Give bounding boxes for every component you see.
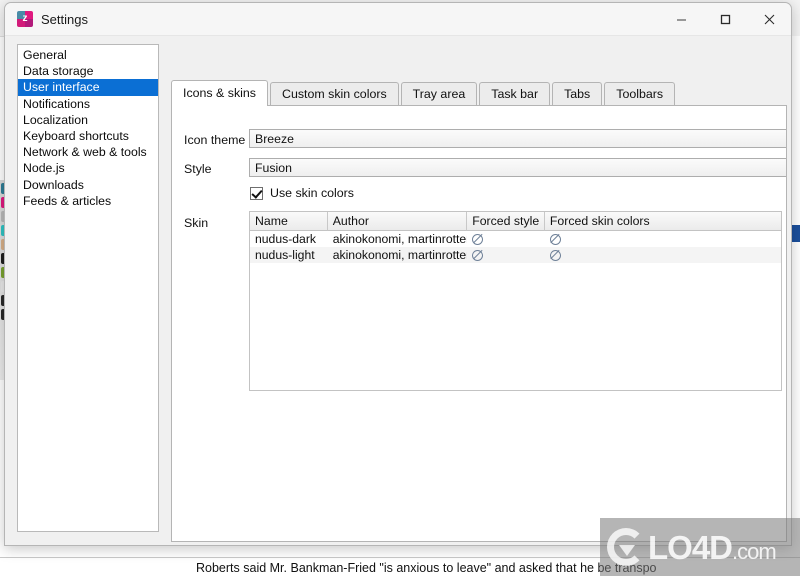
skin-table[interactable]: Name Author Forced style Forced skin colors… xyxy=(249,211,782,391)
checkbox-box xyxy=(250,186,263,200)
table-row[interactable]: nudus-dark akinokonomi, martinrotter xyxy=(250,231,781,247)
window-title: Settings xyxy=(41,11,88,27)
sidebar-item-network-web-tools[interactable]: Network & web & tools xyxy=(18,144,158,160)
use-skin-colors-checkbox[interactable]: Use skin colors xyxy=(250,186,354,200)
tab-strip: Icons & skins Custom skin colors Tray area… xyxy=(171,80,787,106)
sidebar-item-node-js[interactable]: Node.js xyxy=(18,160,158,176)
settings-category-list[interactable]: General Data storage User interface Notific… xyxy=(17,44,159,532)
prohibited-icon xyxy=(472,249,484,261)
prohibited-icon xyxy=(549,249,561,261)
icon-theme-select[interactable]: Breeze xyxy=(249,129,786,148)
tab-toolbars[interactable]: Toolbars xyxy=(604,82,676,106)
forced-skin-colors-cell xyxy=(545,231,781,247)
style-select[interactable]: Fusion xyxy=(249,158,786,177)
close-icon[interactable] xyxy=(747,3,791,35)
app-icon: z xyxy=(17,11,33,27)
sidebar-item-user-interface[interactable]: User interface xyxy=(18,79,158,96)
skin-name-cell: nudus-light xyxy=(255,248,315,262)
icon-theme-label: Icon theme xyxy=(184,133,246,147)
tab-content-icons-and-skins: Icon theme Breeze Style Fusion Use skin … xyxy=(171,105,787,542)
forced-style-cell xyxy=(467,247,545,263)
skin-table-header: Name Author Forced style Forced skin colors xyxy=(250,212,781,231)
table-row[interactable]: nudus-light akinokonomi, martinrotter xyxy=(250,247,781,263)
sidebar-item-keyboard-shortcuts[interactable]: Keyboard shortcuts xyxy=(18,128,158,144)
screen: FlLlLF 22222222222222229 Roberts said Mr… xyxy=(0,0,800,576)
use-skin-colors-label: Use skin colors xyxy=(270,186,355,200)
sidebar-item-general[interactable]: General xyxy=(18,47,158,63)
skin-label: Skin xyxy=(184,216,209,230)
minimize-icon[interactable] xyxy=(659,3,703,35)
tab-tray-area[interactable]: Tray area xyxy=(400,82,478,106)
title-bar: z Settings xyxy=(5,3,791,36)
settings-dialog: z Settings General Data storage User inter… xyxy=(4,2,792,546)
tab-tabs[interactable]: Tabs xyxy=(552,82,603,106)
sidebar-item-localization[interactable]: Localization xyxy=(18,112,158,128)
background-article-text: Roberts said Mr. Bankman-Fried "is anxio… xyxy=(0,558,800,576)
column-header-author[interactable]: Author xyxy=(327,212,468,231)
column-header-forced-skin-colors[interactable]: Forced skin colors xyxy=(544,212,781,231)
column-header-name[interactable]: Name xyxy=(250,212,328,231)
sidebar-item-data-storage[interactable]: Data storage xyxy=(18,63,158,79)
tab-custom-skin-colors[interactable]: Custom skin colors xyxy=(270,82,399,106)
sidebar-item-downloads[interactable]: Downloads xyxy=(18,177,158,193)
forced-skin-colors-cell xyxy=(545,247,781,263)
skin-table-body: nudus-dark akinokonomi, martinrotter nudus… xyxy=(250,231,781,263)
column-header-forced-style[interactable]: Forced style xyxy=(467,212,545,231)
forced-style-cell xyxy=(467,231,545,247)
prohibited-icon xyxy=(549,233,561,245)
window-controls xyxy=(659,3,791,35)
tab-task-bar[interactable]: Task bar xyxy=(479,82,551,106)
sidebar-item-feeds-articles[interactable]: Feeds & articles xyxy=(18,193,158,209)
maximize-icon[interactable] xyxy=(703,3,747,35)
style-label: Style xyxy=(184,162,212,176)
sidebar-item-notifications[interactable]: Notifications xyxy=(18,96,158,112)
dialog-body: General Data storage User interface Notific… xyxy=(5,36,791,545)
skin-name-cell: nudus-dark xyxy=(255,232,316,246)
prohibited-icon xyxy=(472,233,484,245)
skin-author-cell: akinokonomi, martinrotter xyxy=(332,248,468,262)
tab-icons-skins[interactable]: Icons & skins xyxy=(171,80,268,106)
skin-author-cell: akinokonomi, martinrotter xyxy=(332,232,468,246)
